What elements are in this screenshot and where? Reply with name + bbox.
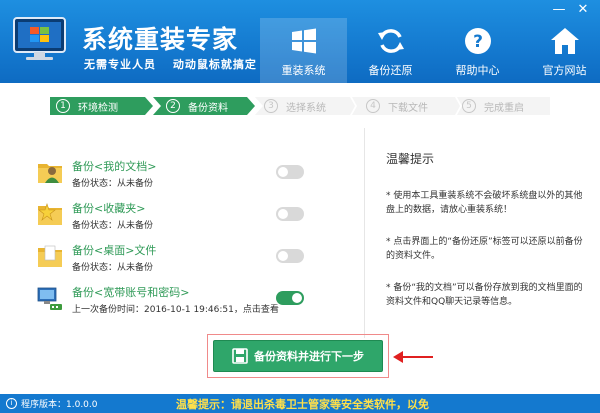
backup-toggle[interactable] <box>276 207 304 221</box>
backup-status: 备份状态：从未备份 <box>72 179 154 189</box>
step-label: 环境检测 <box>78 103 118 114</box>
nav-label: 官方网站 <box>542 64 587 77</box>
step-label: 完成重启 <box>484 103 524 114</box>
home-icon <box>550 28 579 54</box>
backup-title: 备份<收藏夹> <box>72 202 146 215</box>
step-number: 1 <box>56 99 70 113</box>
info-icon: i <box>6 398 17 409</box>
backup-title: 备份<宽带账号和密码> <box>72 286 190 299</box>
backup-status: 备份状态：从未备份 <box>72 221 154 231</box>
slogan-1: 无需专业人员 <box>84 58 156 71</box>
footer-notice: 温馨提示：请退出杀毒卫士管家等安全类软件，以免 <box>176 398 429 411</box>
nav-backup-restore[interactable]: 备份还原 <box>347 18 434 83</box>
nav-official-site[interactable]: 官方网站 <box>521 18 600 83</box>
close-button[interactable]: ✕ <box>572 2 594 18</box>
desktop-folder-icon <box>38 245 62 267</box>
tips-title: 温馨提示 <box>386 152 435 166</box>
tip-item: * 备份“我的文档”可以备份存放到我的文档里面的资料文件和QQ聊天记录等信息。 <box>386 283 583 307</box>
step-label: 选择系统 <box>286 103 326 114</box>
backup-item-desktop: 备份<桌面>文件 备份状态：从未备份 <box>30 239 330 275</box>
tips-panel: 温馨提示 * 使用本工具重装系统不会破坏系统盘以外的其他盘上的数据，请放心重装系… <box>386 150 586 327</box>
backup-title: 备份<我的文档> <box>72 160 157 173</box>
refresh-icon <box>377 29 404 53</box>
step-number: 2 <box>166 99 180 113</box>
network-icon <box>37 287 62 310</box>
backup-toggle[interactable] <box>276 249 304 263</box>
nav-reinstall-system[interactable]: 重装系统 <box>260 18 347 83</box>
backup-title: 备份<桌面>文件 <box>72 244 157 257</box>
slogan-2: 动动鼠标就搞定 <box>172 58 257 71</box>
backup-item-my-documents: 备份<我的文档> 备份状态：从未备份 <box>30 155 330 191</box>
save-icon <box>232 348 248 364</box>
app-slogan: 无需专业人员 动动鼠标就搞定 <box>84 56 269 72</box>
nav-label: 重装系统 <box>281 64 326 77</box>
status-bar: i 程序版本：1.0.0.0 温馨提示：请退出杀毒卫士管家等安全类软件，以免 <box>0 394 600 413</box>
step-number: 3 <box>264 99 278 113</box>
window-controls: — ✕ <box>548 2 594 18</box>
backup-status[interactable]: 上一次备份时间：2016-10-1 19:46:51，点击查看 <box>72 302 279 315</box>
tip-item: * 点击界面上的“备份还原”标签可以还原以前备份的资料文件。 <box>386 237 583 261</box>
backup-and-next-label: 备份资料并进行下一步 <box>254 350 364 363</box>
app-title: 系统重装专家 <box>82 25 239 54</box>
user-folder-icon <box>38 164 62 183</box>
main-nav: 重装系统 备份还原 ? 帮助中心 官方网站 <box>260 18 600 83</box>
minimize-button[interactable]: — <box>548 2 570 18</box>
step-number: 5 <box>462 99 476 113</box>
step-label: 备份资料 <box>188 103 228 114</box>
panel-divider <box>364 128 365 338</box>
app-header: 系统重装专家 无需专业人员 动动鼠标就搞定 — ✕ 重装系统 备份还原 ? 帮助… <box>0 0 600 83</box>
backup-item-broadband-account: 备份<宽带账号和密码> 上一次备份时间：2016-10-1 19:46:51，点… <box>30 281 330 317</box>
backup-item-favorites: 备份<收藏夹> 备份状态：从未备份 <box>30 197 330 233</box>
main-button-highlight: 备份资料并进行下一步 <box>207 334 389 378</box>
backup-toggle[interactable] <box>276 165 304 179</box>
version-text: 程序版本：1.0.0.0 <box>21 400 98 410</box>
windows-icon <box>291 28 316 54</box>
backup-status: 备份状态：从未备份 <box>72 263 154 273</box>
backup-toggle[interactable] <box>276 291 304 305</box>
backup-and-next-button[interactable]: 备份资料并进行下一步 <box>213 340 383 372</box>
step-label: 下载文件 <box>388 103 428 114</box>
monitor-logo-icon <box>13 17 66 60</box>
nav-label: 帮助中心 <box>455 64 500 77</box>
version-info: i 程序版本：1.0.0.0 <box>6 397 98 410</box>
svg-text:?: ? <box>473 32 483 52</box>
annotation-arrow-icon <box>393 351 433 363</box>
nav-help-center[interactable]: ? 帮助中心 <box>434 18 521 83</box>
favorites-folder-icon <box>38 203 62 225</box>
nav-label: 备份还原 <box>368 64 413 77</box>
tip-item: * 使用本工具重装系统不会破坏系统盘以外的其他盘上的数据，请放心重装系统！ <box>386 191 583 215</box>
step-number: 4 <box>366 99 380 113</box>
progress-steps: 1 环境检测 2 备份资料 3 选择系统 4 下载文件 5 完成重启 <box>50 97 550 115</box>
help-icon: ? <box>464 28 491 54</box>
